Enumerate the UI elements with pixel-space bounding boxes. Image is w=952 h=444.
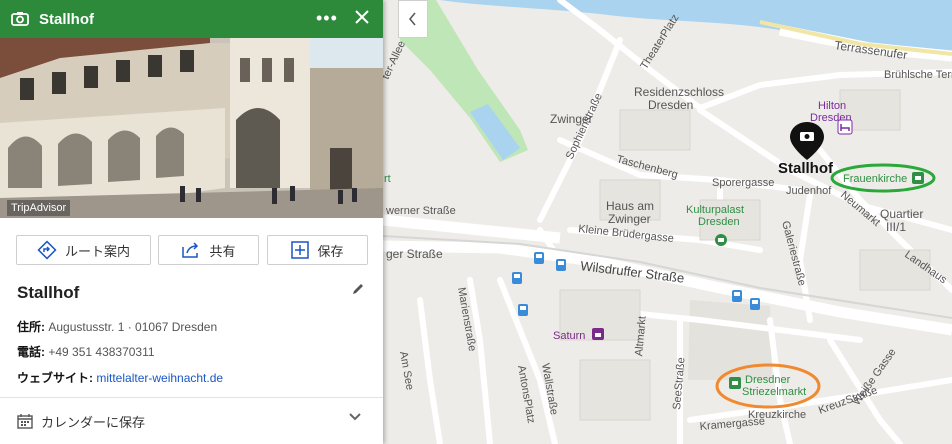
altmarkt-plaza <box>688 300 772 380</box>
place-name: Stallhof <box>17 283 80 302</box>
map-label-saturn: Saturn <box>553 330 585 342</box>
save-to-calendar-row[interactable]: カレンダーに保存 <box>0 398 383 444</box>
map-label-residenzschloss-city: Dresden <box>648 98 693 112</box>
map-label-striezelmarkt-2: Striezelmarkt <box>742 386 806 398</box>
attraction-icon[interactable] <box>912 172 924 184</box>
address-value: Augustusstr. 1 · 01067 Dresden <box>48 320 218 334</box>
address-key: 住所: <box>17 320 45 334</box>
website-key: ウェブサイト: <box>17 371 93 385</box>
save-button[interactable]: 保存 <box>267 235 368 265</box>
more-icon: ••• <box>316 8 338 28</box>
panel-header: Stallhof ••• <box>0 0 383 38</box>
save-to-calendar-label: カレンダーに保存 <box>41 414 146 430</box>
map-label-sporergasse: Sporergasse <box>712 177 774 189</box>
chevron-left-icon <box>409 12 416 26</box>
panel-title: Stallhof <box>39 10 94 28</box>
phone-key: 電話: <box>17 345 45 359</box>
share-button[interactable]: 共有 <box>158 235 259 265</box>
selected-place-label: Stallhof <box>778 160 834 177</box>
map-label-quartier: Quartier <box>880 207 923 221</box>
close-button[interactable] <box>354 9 370 30</box>
save-label: 保存 <box>317 243 344 259</box>
save-icon <box>291 241 310 259</box>
camera-icon <box>10 9 30 29</box>
share-icon <box>182 242 199 258</box>
map-label-bruhlsche: Brühlsche Terr <box>884 69 952 81</box>
photo-credit[interactable]: TripAdvisor <box>7 200 71 216</box>
place-details-panel: Stallhof ••• TripAdvisor ルート案内 共有 保存 Sta… <box>0 0 383 444</box>
map-label-haus-am-zwinger-2: Zwinger <box>608 212 651 226</box>
pencil-icon <box>353 284 363 294</box>
map-label-residenzschloss: Residenzschloss <box>634 85 724 99</box>
address-row: 住所: Augustusstr. 1 · 01067 Dresden <box>17 318 217 335</box>
chevron-down-icon <box>349 413 361 421</box>
directions-label: ルート案内 <box>64 243 130 259</box>
attraction-icon[interactable] <box>729 377 741 389</box>
directions-button[interactable]: ルート案内 <box>16 235 151 265</box>
map-label-ger-strasse: ger Straße <box>386 247 443 261</box>
map-label-kulturpalast: Kulturpalast <box>686 204 744 216</box>
directions-icon <box>37 240 57 260</box>
share-label: 共有 <box>209 243 236 259</box>
map-label-hilton: Hilton <box>818 100 846 112</box>
place-photo[interactable]: TripAdvisor <box>0 38 383 218</box>
stallhof-photo-image <box>0 38 383 218</box>
map-label-quartier-number: III/1 <box>886 220 906 234</box>
edit-button[interactable] <box>351 282 365 301</box>
phone-value[interactable]: +49 351 438370311 <box>48 345 154 359</box>
phone-row: 電話: +49 351 438370311 <box>17 343 155 360</box>
map-label-werner-strasse: werner Straße <box>385 205 456 217</box>
map-label-haus-am-zwinger: Haus am <box>606 199 654 213</box>
map-label-rt: rt <box>384 173 391 185</box>
calendar-icon <box>17 414 33 429</box>
website-link[interactable]: mittelalter-weihnacht.de <box>96 371 223 385</box>
map-label-frauenkirche: Frauenkirche <box>843 173 907 185</box>
map-label-kreuzkirche: Kreuzkirche <box>748 409 806 421</box>
map-label-judenhof: Judenhof <box>786 185 832 197</box>
map-label-striezelmarkt: Dresdner <box>745 374 791 386</box>
hotel-icon[interactable] <box>837 119 853 135</box>
shopping-icon[interactable] <box>592 328 604 340</box>
collapse-panel-button[interactable] <box>398 0 428 38</box>
website-row: ウェブサイト: mittelalter-weihnacht.de <box>17 369 223 386</box>
more-options-button[interactable]: ••• <box>316 8 338 29</box>
map-label-kulturpalast-city: Dresden <box>698 216 740 228</box>
action-buttons: ルート案内 共有 保存 <box>0 218 383 278</box>
museum-icon[interactable] <box>715 234 727 246</box>
close-icon <box>355 10 369 24</box>
